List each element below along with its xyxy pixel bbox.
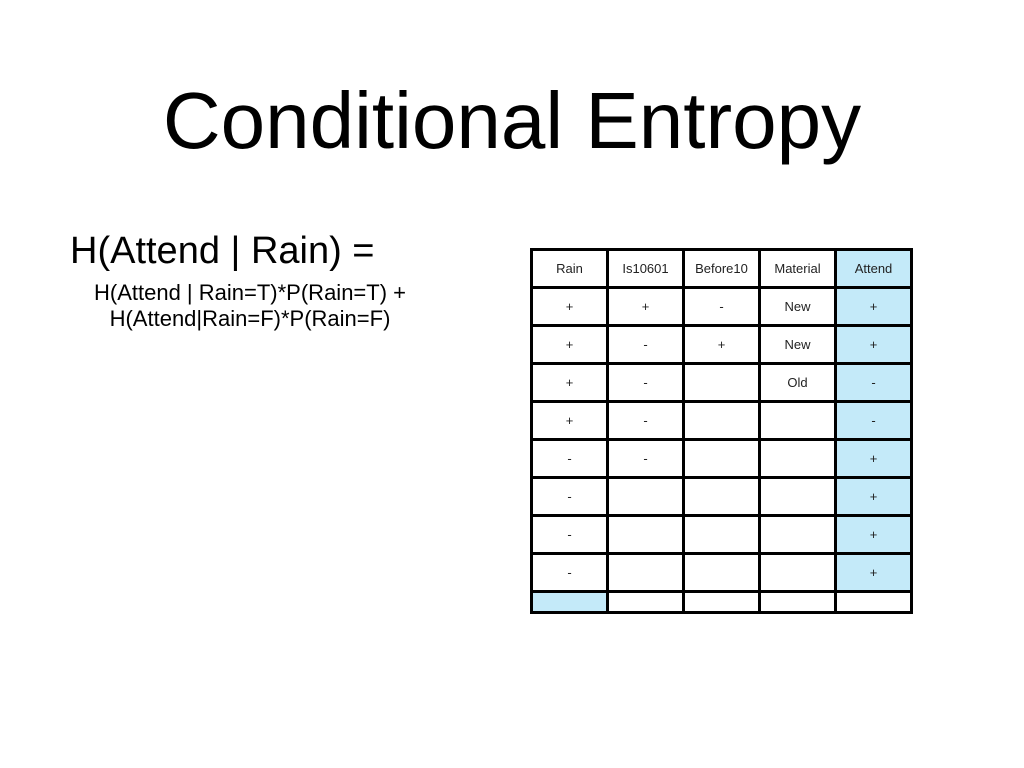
formula-expansion: H(Attend | Rain=T)*P(Rain=T) + H(Attend|…	[60, 280, 440, 332]
table-cell	[758, 400, 837, 441]
table-cell	[530, 590, 609, 614]
table-row: + - + New +	[530, 324, 913, 365]
column-header-rain: Rain	[530, 248, 609, 289]
column-header-before10: Before10	[682, 248, 761, 289]
table-cell	[606, 552, 685, 593]
table-cell	[682, 476, 761, 517]
table-cell	[682, 514, 761, 555]
table-cell: -	[530, 552, 609, 593]
slide-title: Conditional Entropy	[162, 76, 862, 165]
table-cell: -	[606, 324, 685, 365]
table-cell	[758, 590, 837, 614]
table-cell: New	[758, 286, 837, 327]
table-cell: -	[682, 286, 761, 327]
table-cell: -	[606, 438, 685, 479]
table-row: - - +	[530, 438, 913, 479]
table-cell	[682, 552, 761, 593]
table-row: - +	[530, 476, 913, 517]
table-cell	[682, 438, 761, 479]
table-cell: -	[606, 400, 685, 441]
table-row: - +	[530, 552, 913, 593]
table-cell: +	[834, 514, 913, 555]
table-cell	[758, 514, 837, 555]
formula-heading: H(Attend | Rain) =	[70, 230, 375, 272]
table-cell: +	[834, 476, 913, 517]
column-header-attend: Attend	[834, 248, 913, 289]
table-row: - +	[530, 514, 913, 555]
table-cell: Old	[758, 362, 837, 403]
table-cell	[682, 362, 761, 403]
table-header-row: Rain Is10601 Before10 Material Attend	[530, 248, 913, 289]
table-cell: +	[530, 286, 609, 327]
table-cell: -	[834, 362, 913, 403]
table-row: + + - New +	[530, 286, 913, 327]
table-row: + - -	[530, 400, 913, 441]
column-header-is10601: Is10601	[606, 248, 685, 289]
table-cell: +	[834, 324, 913, 365]
table-cell	[758, 552, 837, 593]
table-cell: +	[682, 324, 761, 365]
table-cell	[758, 438, 837, 479]
formula-line-1: H(Attend | Rain=T)*P(Rain=T) +	[94, 280, 406, 305]
table-cell: +	[834, 286, 913, 327]
table-cell	[834, 590, 913, 614]
table-cell	[606, 476, 685, 517]
table-cell: -	[530, 476, 609, 517]
formula-line-2: H(Attend|Rain=F)*P(Rain=F)	[109, 306, 391, 331]
table-cell	[606, 514, 685, 555]
table-cell: +	[834, 552, 913, 593]
table-cell: -	[834, 400, 913, 441]
table-cell: -	[530, 514, 609, 555]
table-cell: +	[606, 286, 685, 327]
table-cell	[606, 590, 685, 614]
data-table: Rain Is10601 Before10 Material Attend + + - New +…	[530, 248, 913, 614]
table-cell: +	[530, 362, 609, 403]
table-cell: +	[530, 400, 609, 441]
table-cell: +	[530, 324, 609, 365]
table-cell: -	[530, 438, 609, 479]
table-cell	[682, 400, 761, 441]
table-row: + - Old -	[530, 362, 913, 403]
table-cell	[682, 590, 761, 614]
table-row	[530, 590, 913, 614]
table-cell: New	[758, 324, 837, 365]
table-cell: -	[606, 362, 685, 403]
column-header-material: Material	[758, 248, 837, 289]
table-cell	[758, 476, 837, 517]
table-cell: +	[834, 438, 913, 479]
